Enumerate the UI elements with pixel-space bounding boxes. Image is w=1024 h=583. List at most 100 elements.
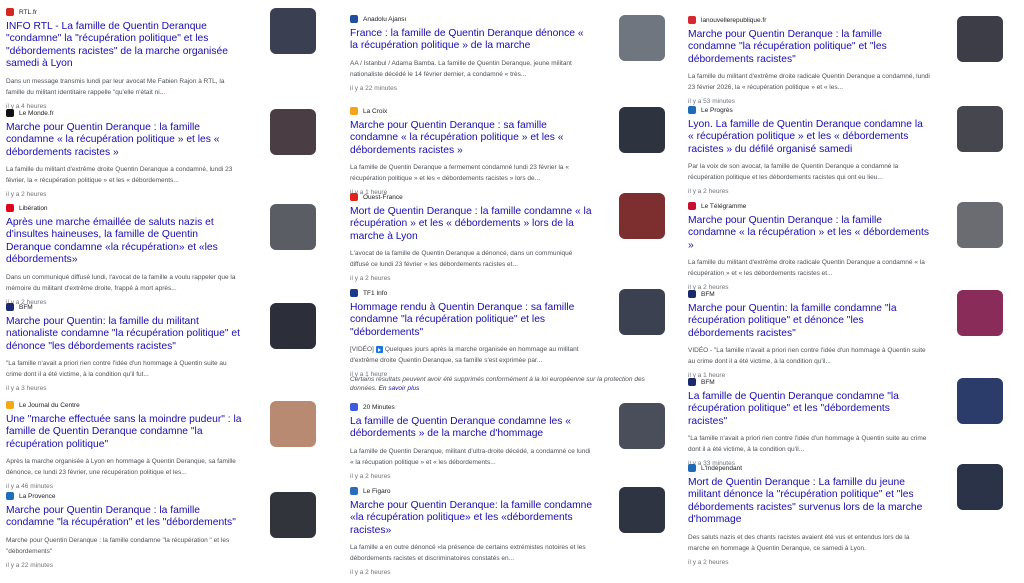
learn-more-link[interactable]: En savoir plus	[379, 385, 420, 392]
video-icon	[375, 346, 383, 353]
source-line: La Croix	[350, 105, 593, 117]
news-card[interactable]: BFM Marche pour Quentin: la famille cond…	[688, 288, 1003, 379]
news-card[interactable]: Ouest-France Mort de Quentin Deranque : …	[350, 191, 665, 283]
source-line: BFM	[688, 376, 931, 388]
thumbnail-image[interactable]	[619, 15, 665, 61]
headline-link[interactable]: Mort de Quentin Deranque : la famille co…	[350, 206, 593, 243]
favicon-icon	[688, 16, 696, 24]
favicon-icon	[6, 109, 14, 117]
thumbnail-image[interactable]	[619, 403, 665, 449]
thumbnail-image[interactable]	[270, 204, 316, 250]
headline-link[interactable]: Une "marche effectuée sans la moindre pu…	[6, 414, 244, 451]
headline-link[interactable]: Mort de Quentin Deranque : La famille du…	[688, 477, 931, 527]
snippet-text: Quelques jours après la marche organisée…	[350, 346, 579, 365]
headline-link[interactable]: Marche pour Quentin Deranque : la famill…	[6, 122, 244, 159]
snippet: "La famille n'avait a priori rien contre…	[6, 360, 227, 379]
headline-link[interactable]: Marche pour Quentin Deranque : sa famill…	[350, 120, 593, 157]
news-card[interactable]: Le Monde.fr Marche pour Quentin Deranque…	[6, 107, 316, 198]
timestamp: il y a 2 heures	[350, 472, 391, 480]
news-card[interactable]: 20 Minutes La famille de Quentin Deranqu…	[350, 401, 665, 481]
source-name: BFM	[701, 378, 715, 386]
headline-link[interactable]: Marche pour Quentin Deranque : la famill…	[6, 505, 244, 530]
snippet: Marche pour Quentin Deranque : la famill…	[6, 536, 230, 555]
thumbnail-image[interactable]	[957, 290, 1003, 336]
snippet: Par la voix de son avocat, la famille de…	[688, 163, 899, 182]
source-name: BFM	[19, 303, 33, 311]
thumbnail-image[interactable]	[270, 109, 316, 155]
source-line: La Provence	[6, 490, 244, 502]
headline-link[interactable]: La famille de Quentin Deranque condamne …	[350, 416, 593, 441]
thumbnail-image[interactable]	[619, 107, 665, 153]
source-line: lanouvellerepublique.fr	[688, 14, 931, 26]
favicon-icon	[688, 290, 696, 298]
headline-link[interactable]: Marche pour Quentin Deranque: la famille…	[350, 500, 593, 537]
thumbnail-image[interactable]	[957, 16, 1003, 62]
favicon-icon	[350, 107, 358, 115]
thumbnail-image[interactable]	[270, 401, 316, 447]
news-card[interactable]: Le Figaro Marche pour Quentin Deranque: …	[350, 485, 665, 576]
source-line: Libération	[6, 202, 244, 214]
timestamp: il y a 2 heures	[688, 558, 729, 566]
news-card[interactable]: Le Journal du Centre Une "marche effectu…	[6, 399, 316, 490]
source-line: Anadolu Ajansı	[350, 13, 593, 25]
source-name: L'Indépendant	[701, 464, 743, 472]
thumbnail-image[interactable]	[619, 289, 665, 335]
timestamp: il y a 3 heures	[6, 385, 47, 393]
thumbnail-image[interactable]	[270, 492, 316, 538]
news-card[interactable]: La Provence Marche pour Quentin Deranque…	[6, 490, 316, 569]
headline-link[interactable]: INFO RTL - La famille de Quentin Deranqu…	[6, 21, 244, 71]
snippet: Dans un communiqué diffusé lundi, l'avoc…	[6, 273, 236, 292]
source-line: Ouest-France	[350, 191, 593, 203]
favicon-icon	[688, 202, 696, 210]
headline-link[interactable]: France : la famille de Quentin Deranque …	[350, 28, 593, 53]
news-card[interactable]: Libération Après une marche émaillée de …	[6, 202, 316, 306]
headline-link[interactable]: Lyon. La famille de Quentin Deranque con…	[688, 119, 931, 156]
headline-link[interactable]: Marche pour Quentin: la famille condamne…	[688, 303, 931, 340]
headline-link[interactable]: Après une marche émaillée de saluts nazi…	[6, 217, 244, 267]
news-card[interactable]: BFM La famille de Quentin Deranque conda…	[688, 376, 1003, 467]
news-card[interactable]: Le Télégramme Marche pour Quentin Deranq…	[688, 200, 1003, 291]
source-name: Le Figaro	[363, 487, 391, 495]
headline-link[interactable]: Marche pour Quentin Deranque : la famill…	[688, 215, 931, 252]
source-line: Le Journal du Centre	[6, 399, 244, 411]
source-name: Le Monde.fr	[19, 109, 54, 117]
results-column-1: RTL.fr INFO RTL - La famille de Quentin …	[6, 6, 316, 569]
thumbnail-image[interactable]	[957, 464, 1003, 510]
thumbnail-image[interactable]	[619, 193, 665, 239]
headline-link[interactable]: Marche pour Quentin Deranque : la famill…	[688, 29, 931, 66]
timestamp: il y a 2 heures	[350, 569, 391, 577]
timestamp: il y a 2 heures	[6, 191, 47, 199]
headline-link[interactable]: Marche pour Quentin: la famille du milit…	[6, 316, 244, 353]
thumbnail-image[interactable]	[957, 378, 1003, 424]
favicon-icon	[6, 401, 14, 409]
source-name: Le Journal du Centre	[19, 401, 80, 409]
favicon-icon	[6, 8, 14, 16]
source-name: Le Progrès	[701, 106, 733, 114]
source-name: lanouvellerepublique.fr	[701, 16, 767, 24]
snippet: AA / Istanbul / Adama Bamba. La famille …	[350, 59, 572, 78]
news-card[interactable]: BFM Marche pour Quentin: la famille du m…	[6, 301, 316, 395]
thumbnail-image[interactable]	[957, 202, 1003, 248]
news-card[interactable]: lanouvellerepublique.fr Marche pour Quen…	[688, 14, 1003, 105]
source-line: TF1 Info	[350, 287, 593, 299]
thumbnail-image[interactable]	[270, 303, 316, 349]
source-name: Libération	[19, 204, 48, 212]
headline-link[interactable]: Hommage rendu à Quentin Deranque : sa fa…	[350, 302, 593, 339]
news-card[interactable]: TF1 Info Hommage rendu à Quentin Deranqu…	[350, 287, 665, 378]
snippet: L'avocat de la famille de Quentin Deranq…	[350, 250, 573, 269]
news-card[interactable]: L'Indépendant Mort de Quentin Deranque :…	[688, 462, 1003, 566]
news-card[interactable]: Anadolu Ajansı France : la famille de Qu…	[350, 13, 665, 99]
snippet: VIDÉO - "La famille n'avait a priori rie…	[688, 347, 926, 366]
snippet: Des saluts nazis et des chants racistes …	[688, 533, 910, 552]
news-card[interactable]: La Croix Marche pour Quentin Deranque : …	[350, 105, 665, 196]
snippet: La famille a en outre dénoncé «la présen…	[350, 544, 586, 563]
source-line: Le Monde.fr	[6, 107, 244, 119]
news-card[interactable]: RTL.fr INFO RTL - La famille de Quentin …	[6, 6, 316, 110]
news-card[interactable]: Le Progrès Lyon. La famille de Quentin D…	[688, 104, 1003, 196]
headline-link[interactable]: La famille de Quentin Deranque condamne …	[688, 391, 931, 428]
thumbnail-image[interactable]	[619, 487, 665, 533]
thumbnail-image[interactable]	[270, 8, 316, 54]
thumbnail-image[interactable]	[957, 106, 1003, 152]
favicon-icon	[6, 303, 14, 311]
snippet: La famille du militant d'extrême droite …	[688, 259, 925, 278]
